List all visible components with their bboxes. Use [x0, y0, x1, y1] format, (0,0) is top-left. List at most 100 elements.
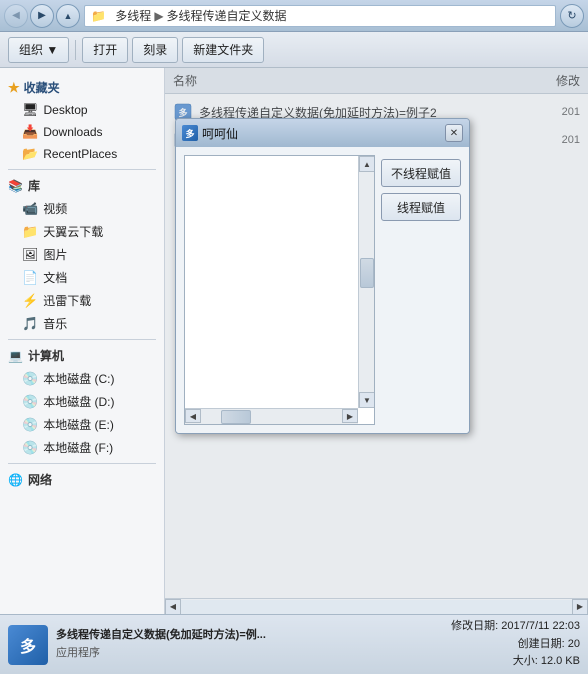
sidebar-item-disk-f[interactable]: 💿 本地磁盘 (F:)	[0, 436, 164, 459]
status-info: 多线程传递自定义数据(免加延时方法)=例... 应用程序	[56, 627, 443, 662]
sidebar-disk-f-label: 本地磁盘 (F:)	[43, 439, 113, 456]
breadcrumb-part2[interactable]: 多线程传递自定义数据	[167, 7, 287, 24]
sidebar-divider2	[8, 339, 156, 340]
modified-label: 修改日期:	[451, 620, 498, 632]
nav-buttons: ◀ ▶ ▲	[4, 4, 80, 28]
dialog-scrollbar-thumb-v[interactable]	[360, 258, 374, 288]
sidebar-item-docs[interactable]: 📄 文档	[0, 266, 164, 289]
breadcrumb-sep1	[109, 9, 112, 23]
sidebar-docs-label: 文档	[43, 269, 67, 286]
folder-icon-downloads: 📥	[22, 124, 38, 140]
toolbar-sep1	[75, 40, 76, 60]
dialog-overlay: 多 呵呵仙 ✕ ▲ ▼ ◀	[165, 68, 588, 614]
sidebar-pictures-label: 图片	[44, 246, 68, 263]
folder-icon-tianyi: 📁	[22, 224, 38, 240]
folder-icon-disk-f: 💿	[22, 440, 38, 456]
sidebar-item-desktop[interactable]: 🖥 Desktop	[0, 99, 164, 121]
sidebar-item-music[interactable]: 🎵 音乐	[0, 312, 164, 335]
folder-icon-disk-c: 💿	[22, 371, 38, 387]
folder-icon-disk-d: 💿	[22, 394, 38, 410]
sidebar-item-disk-d[interactable]: 💿 本地磁盘 (D:)	[0, 390, 164, 413]
dialog-title-text: 多 呵呵仙	[182, 125, 238, 142]
content-scroll-left[interactable]: ◀	[165, 599, 181, 615]
sidebar-tianyi-label: 天翼云下载	[43, 223, 103, 240]
open-button[interactable]: 打开	[82, 37, 128, 63]
sidebar-item-downloads[interactable]: 📥 Downloads	[0, 121, 164, 143]
dialog-title-bar: 多 呵呵仙 ✕	[176, 119, 469, 147]
dialog-icon: 多	[182, 125, 198, 141]
sidebar-desktop-label: Desktop	[44, 103, 88, 117]
sidebar-item-tianyi[interactable]: 📁 天翼云下载	[0, 220, 164, 243]
status-created: 创建日期: 20	[451, 636, 580, 654]
modified-date: 2017/7/11 22:03	[501, 620, 580, 632]
sidebar-disk-d-label: 本地磁盘 (D:)	[43, 393, 114, 410]
dialog-buttons: 不线程赋值 线程赋值	[381, 155, 461, 425]
sidebar-music-label: 音乐	[43, 315, 67, 332]
forward-button[interactable]: ▶	[30, 4, 54, 28]
content-hscroll[interactable]: ◀ ▶	[165, 598, 588, 614]
sidebar-disk-e-label: 本地磁盘 (E:)	[43, 416, 114, 433]
status-modified: 修改日期: 2017/7/11 22:03	[451, 618, 580, 636]
scroll-left-arrow[interactable]: ◀	[185, 409, 201, 423]
content-scroll-right[interactable]: ▶	[572, 599, 588, 615]
sidebar-item-disk-c[interactable]: 💿 本地磁盘 (C:)	[0, 367, 164, 390]
sidebar-downloads-label: Downloads	[43, 125, 102, 139]
sidebar-item-recent[interactable]: 📂 RecentPlaces	[0, 143, 164, 165]
dialog-body: ▲ ▼ ◀ ▶ 不线程赋值 线程赋值	[176, 147, 469, 433]
dialog-close-button[interactable]: ✕	[445, 124, 463, 142]
toolbar: 组织 ▼ 打开 刻录 新建文件夹	[0, 32, 588, 68]
sidebar-item-pictures[interactable]: 🖼 图片	[0, 243, 164, 266]
sidebar-video-label: 视频	[43, 200, 67, 217]
folder-icon-desktop: 🖥	[22, 102, 39, 118]
sidebar-computer-header[interactable]: 💻 计算机	[0, 344, 164, 367]
new-folder-button[interactable]: 新建文件夹	[182, 37, 264, 63]
sidebar-item-xunlei[interactable]: ⚡ 迅雷下载	[0, 289, 164, 312]
folder-icon: 📁	[91, 9, 106, 23]
sidebar-library-header[interactable]: 📚 库	[0, 174, 164, 197]
sidebar-network-header[interactable]: 🌐 网络	[0, 468, 164, 491]
dialog-list-area[interactable]: ▲ ▼ ◀ ▶	[184, 155, 375, 425]
dialog-window: 多 呵呵仙 ✕ ▲ ▼ ◀	[175, 118, 470, 434]
breadcrumb-part1[interactable]: 多线程	[115, 7, 151, 24]
star-icon: ★	[8, 80, 20, 96]
refresh-button[interactable]: ↻	[560, 4, 584, 28]
dialog-scrollbar-horizontal[interactable]: ◀ ▶	[185, 408, 358, 424]
btn-thread[interactable]: 线程赋值	[381, 193, 461, 221]
dialog-scrollbar-thumb-h[interactable]	[221, 410, 251, 424]
sidebar-divider3	[8, 463, 156, 464]
btn-no-thread[interactable]: 不线程赋值	[381, 159, 461, 187]
sidebar-section-library: 📚 库 📹 视频 📁 天翼云下载 🖼 图片 📄 文档 ⚡ 迅雷下载	[0, 174, 164, 335]
breadcrumb[interactable]: 📁 多线程 ▶ 多线程传递自定义数据	[84, 5, 556, 27]
sidebar-section-network: 🌐 网络	[0, 468, 164, 491]
sidebar-item-video[interactable]: 📹 视频	[0, 197, 164, 220]
scroll-up-arrow[interactable]: ▲	[359, 156, 375, 172]
burn-button[interactable]: 刻录	[132, 37, 178, 63]
scroll-right-arrow[interactable]: ▶	[342, 409, 358, 423]
sidebar-favorites-header[interactable]: ★ 收藏夹	[0, 76, 164, 99]
dialog-scrollbar-vertical[interactable]: ▲ ▼	[358, 156, 374, 408]
main-layout: ★ 收藏夹 🖥 Desktop 📥 Downloads 📂 RecentPlac…	[0, 68, 588, 614]
dialog-title-label: 呵呵仙	[202, 125, 238, 142]
sidebar-xunlei-label: 迅雷下载	[43, 292, 91, 309]
status-file-type: 应用程序	[56, 645, 443, 663]
sidebar-item-disk-e[interactable]: 💿 本地磁盘 (E:)	[0, 413, 164, 436]
library-icon: 📚	[8, 179, 23, 193]
sidebar-disk-c-label: 本地磁盘 (C:)	[43, 370, 114, 387]
sidebar-divider1	[8, 169, 156, 170]
title-bar: ◀ ▶ ▲ 📁 多线程 ▶ 多线程传递自定义数据 ↻	[0, 0, 588, 32]
status-dates: 修改日期: 2017/7/11 22:03 创建日期: 20 大小: 12.0 …	[451, 618, 580, 671]
folder-icon-video: 📹	[22, 201, 38, 217]
organize-button[interactable]: 组织 ▼	[8, 37, 69, 63]
scroll-down-arrow[interactable]: ▼	[359, 392, 375, 408]
folder-icon-disk-e: 💿	[22, 417, 38, 433]
network-icon: 🌐	[8, 473, 23, 487]
sidebar: ★ 收藏夹 🖥 Desktop 📥 Downloads 📂 RecentPlac…	[0, 68, 165, 614]
sidebar-section-favorites: ★ 收藏夹 🖥 Desktop 📥 Downloads 📂 RecentPlac…	[0, 76, 164, 165]
content-area: 名称 修改 多 多线程传递自定义数据(免加延时方法)=例子2 201	[165, 68, 588, 614]
status-file-title: 多线程传递自定义数据(免加延时方法)=例...	[56, 627, 443, 645]
folder-icon-docs: 📄	[22, 270, 38, 286]
up-button[interactable]: ▲	[56, 4, 80, 28]
sidebar-section-computer: 💻 计算机 💿 本地磁盘 (C:) 💿 本地磁盘 (D:) 💿 本地磁盘 (E:…	[0, 344, 164, 459]
back-button[interactable]: ◀	[4, 4, 28, 28]
status-size: 大小: 12.0 KB	[451, 653, 580, 671]
